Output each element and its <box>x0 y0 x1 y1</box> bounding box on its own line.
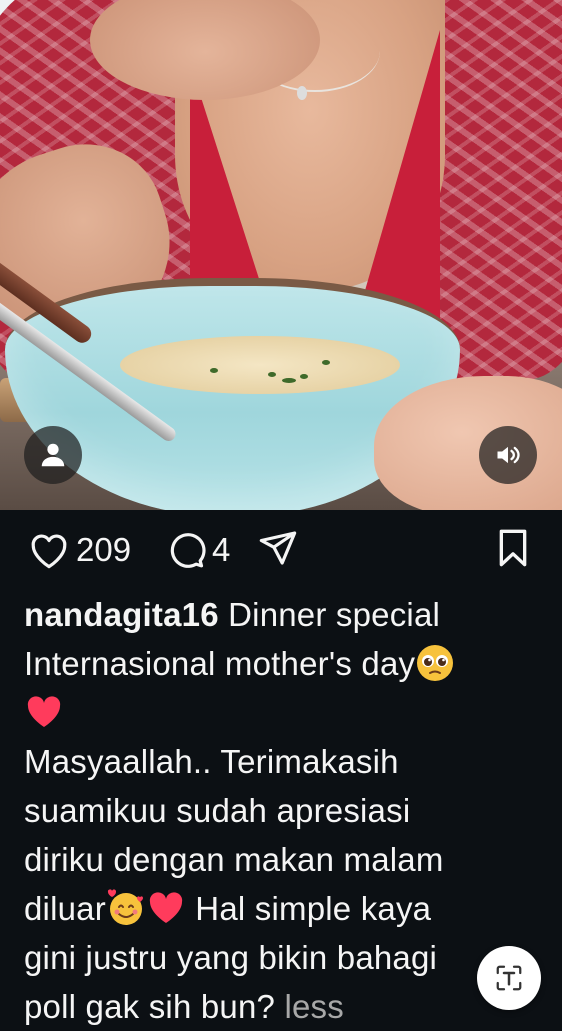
post-caption: nandagita16 Dinner special Internasional… <box>24 590 544 1031</box>
caption-line: suamikuu sudah apresiasi <box>24 792 411 829</box>
herb-garnish <box>210 368 218 373</box>
caption-line <box>24 688 544 737</box>
pleading-face-emoji-icon <box>417 645 454 681</box>
caption-text: poll gak sih bun? <box>24 988 276 1025</box>
caption-line: Internasional mother's day <box>24 639 544 688</box>
caption-line: diriku dengan makan malam <box>24 841 444 878</box>
post-action-bar: 209 4 <box>0 520 562 582</box>
bookmark-icon <box>499 529 527 567</box>
paper-plane-icon <box>259 531 297 565</box>
sound-toggle-button[interactable] <box>479 426 537 484</box>
red-heart-emoji-icon <box>27 696 61 727</box>
text-scan-button[interactable] <box>477 946 541 1010</box>
like-count[interactable]: 209 <box>76 528 131 572</box>
tagged-people-button[interactable] <box>24 426 82 484</box>
caption-text: Dinner special <box>228 596 441 633</box>
caption-line: gini justru yang bikin bahagi <box>24 939 438 976</box>
text-scan-icon <box>496 965 522 991</box>
share-button[interactable] <box>258 528 298 568</box>
red-heart-emoji-icon <box>149 892 183 923</box>
caption-text: Hal simple kaya <box>195 890 432 927</box>
caption-text: diluar <box>24 890 106 927</box>
comment-bubble-icon <box>170 533 206 568</box>
person-icon <box>41 443 65 467</box>
caption-text: Internasional mother's day <box>24 645 416 682</box>
comment-button[interactable]: 4 <box>166 528 230 572</box>
herb-garnish <box>322 360 330 365</box>
caption-line: Masyaallah.. Terimakasih <box>24 743 399 780</box>
caption-less-link[interactable]: less <box>284 988 344 1025</box>
soup <box>120 336 400 394</box>
caption-line: diluar Hal simple kaya <box>24 884 544 933</box>
comment-count[interactable]: 4 <box>212 528 230 572</box>
herb-garnish <box>268 372 276 377</box>
caption-line: nandagita16 Dinner special <box>24 590 544 639</box>
like-button[interactable]: 209 <box>28 528 131 572</box>
caption-username[interactable]: nandagita16 <box>24 596 219 633</box>
save-button[interactable] <box>494 528 532 568</box>
volume-icon <box>497 446 520 464</box>
heart-outline-icon <box>31 534 67 569</box>
herb-garnish <box>300 374 308 379</box>
necklace-pendant <box>297 86 307 100</box>
smiling-face-with-hearts-emoji-icon <box>107 889 143 925</box>
post-media[interactable] <box>0 0 562 510</box>
herb-garnish <box>282 378 296 383</box>
